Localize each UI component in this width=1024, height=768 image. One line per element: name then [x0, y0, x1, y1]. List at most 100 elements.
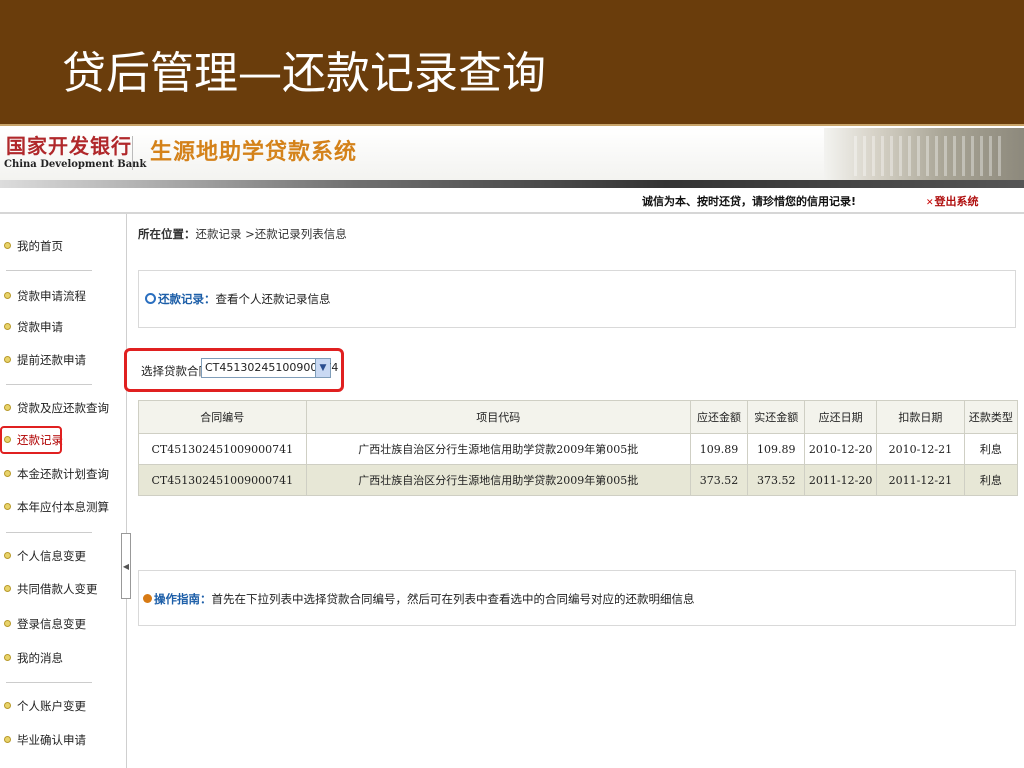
sidebar-item-loan-process[interactable]: 贷款申请流程 — [4, 284, 86, 308]
cell-amount-paid: 373.52 — [747, 464, 806, 496]
cell-amount-due: 109.89 — [689, 433, 749, 465]
header-amount-due: 应还金额 — [689, 400, 749, 434]
sidebar-item-interest-calc[interactable]: 本年应付本息测算 — [4, 495, 109, 519]
sidebar-item-graduation[interactable]: 毕业确认申请 — [4, 728, 86, 752]
close-icon: ✕ — [926, 198, 934, 208]
sidebar-item-account-change[interactable]: 个人账户变更 — [4, 694, 86, 718]
sidebar-item-label: 个人账户变更 — [17, 699, 86, 713]
cell-project-code: 广西壮族自治区分行生源地信用助学贷款2009年第005批 — [305, 464, 691, 496]
sidebar-item-loan-query[interactable]: 贷款及应还款查询 — [4, 396, 109, 420]
chevron-left-icon[interactable]: ◀ — [121, 533, 131, 599]
sidebar-item-label: 毕业确认申请 — [17, 733, 86, 747]
info-circle-icon — [145, 293, 156, 304]
bank-logo-en: China Development Bank — [4, 159, 147, 170]
cell-amount-paid: 109.89 — [747, 433, 806, 465]
notice-row: 诚信为本、按时还贷，请珍惜您的信用记录! ✕登出系统 — [0, 188, 1024, 214]
cell-contract-no: CT451302451009000741 — [138, 464, 307, 496]
active-item-highlight — [0, 426, 62, 454]
guide-desc: 首先在下拉列表中选择贷款合同编号，然后可在列表中查看选中的合同编号对应的还款明细… — [211, 592, 695, 606]
sidebar: 我的首页 贷款申请流程 贷款申请 提前还款申请 贷款及应还款查询 还款记录 本金… — [0, 214, 127, 768]
cell-repay-type: 利息 — [963, 433, 1019, 465]
cell-project-code: 广西壮族自治区分行生源地信用助学贷款2009年第005批 — [305, 433, 691, 465]
sidebar-item-label: 贷款及应还款查询 — [17, 401, 109, 415]
bullet-icon — [4, 552, 11, 559]
bullet-icon — [4, 470, 11, 477]
sidebar-separator — [6, 532, 92, 533]
sidebar-item-messages[interactable]: 我的消息 — [4, 646, 63, 670]
sidebar-separator — [6, 682, 92, 683]
repayment-records-table: 合同编号 项目代码 应还金额 实还金额 应还日期 扣款日期 还款类型 CT451… — [138, 400, 1019, 496]
app-header: 国家开发银行 China Development Bank 生源地助学贷款系统 — [0, 128, 1024, 180]
sidebar-item-label: 本年应付本息测算 — [17, 500, 109, 514]
sidebar-item-label: 我的消息 — [17, 651, 63, 665]
breadcrumb: 所在位置：还款记录 >还款记录列表信息 — [138, 226, 347, 242]
contract-select-label: 选择贷款合同 — [141, 364, 210, 378]
sidebar-item-label: 登录信息变更 — [17, 617, 86, 631]
sidebar-item-label: 贷款申请 — [17, 320, 63, 334]
sidebar-item-label: 个人信息变更 — [17, 549, 86, 563]
contract-select[interactable]: CT45130245100900074 ▼ — [201, 358, 338, 378]
breadcrumb-path: 还款记录 >还款记录列表信息 — [195, 227, 347, 241]
sidebar-item-loan-apply[interactable]: 贷款申请 — [4, 315, 63, 339]
bullet-icon — [4, 292, 11, 299]
sidebar-item-label: 我的首页 — [17, 239, 63, 253]
breadcrumb-label: 所在位置： — [138, 227, 196, 241]
contract-select-highlight: 选择贷款合同 CT45130245100900074 ▼ — [124, 348, 344, 392]
table-row: CT451302451009000741 广西壮族自治区分行生源地信用助学贷款2… — [138, 433, 1019, 465]
bullet-icon — [4, 654, 11, 661]
logout-label: 登出系统 — [934, 195, 979, 208]
bullet-icon — [4, 620, 11, 627]
cell-due-date: 2011-12-20 — [804, 464, 877, 496]
sidebar-item-label: 提前还款申请 — [17, 353, 86, 367]
sidebar-item-co-borrower[interactable]: 共同借款人变更 — [4, 577, 98, 601]
chevron-down-icon[interactable]: ▼ — [315, 359, 330, 377]
bank-logo-cn: 国家开发银行 — [6, 134, 132, 158]
record-panel-title: 还款记录： — [158, 292, 216, 306]
cell-contract-no: CT451302451009000741 — [138, 433, 307, 465]
system-name: 生源地助学贷款系统 — [150, 140, 358, 165]
sidebar-item-label: 共同借款人变更 — [17, 582, 98, 596]
sidebar-item-label: 本金还款计划查询 — [17, 467, 109, 481]
record-panel: 还款记录：查看个人还款记录信息 — [138, 270, 1016, 328]
bullet-icon — [4, 585, 11, 592]
sidebar-separator — [6, 270, 92, 271]
bullet-icon — [4, 702, 11, 709]
cell-amount-due: 373.52 — [689, 464, 749, 496]
sidebar-item-home[interactable]: 我的首页 — [4, 234, 63, 258]
cell-repay-type: 利息 — [963, 464, 1019, 496]
sidebar-item-login-info[interactable]: 登录信息变更 — [4, 612, 86, 636]
header-deduct-date: 扣款日期 — [875, 400, 965, 434]
nav-strip — [0, 180, 1024, 188]
bullet-icon — [4, 503, 11, 510]
sidebar-separator — [6, 384, 92, 385]
sidebar-item-early-repay[interactable]: 提前还款申请 — [4, 348, 86, 372]
guide-icon — [143, 594, 152, 603]
header-building-image — [824, 128, 1024, 180]
header-repay-type: 还款类型 — [963, 400, 1019, 434]
logout-link[interactable]: ✕登出系统 — [926, 193, 979, 209]
slide-title-bar: 贷后管理—还款记录查询 — [0, 0, 1024, 126]
header-divider — [132, 136, 133, 170]
table-header-row: 合同编号 项目代码 应还金额 实还金额 应还日期 扣款日期 还款类型 — [138, 400, 1019, 434]
cell-deduct-date: 2011-12-21 — [875, 464, 965, 496]
header-amount-paid: 实还金额 — [747, 400, 806, 434]
sidebar-item-label: 贷款申请流程 — [17, 289, 86, 303]
header-contract-no: 合同编号 — [138, 400, 307, 434]
record-panel-desc: 查看个人还款记录信息 — [215, 292, 331, 306]
bullet-icon — [4, 356, 11, 363]
cell-deduct-date: 2010-12-21 — [875, 433, 965, 465]
integrity-notice: 诚信为本、按时还贷，请珍惜您的信用记录! — [642, 195, 857, 208]
bullet-icon — [4, 323, 11, 330]
slide-title: 贷后管理—还款记录查询 — [62, 48, 546, 99]
guide-heading: 操作指南：首先在下拉列表中选择贷款合同编号，然后可在列表中查看选中的合同编号对应… — [143, 591, 695, 607]
table-row: CT451302451009000741 广西壮族自治区分行生源地信用助学贷款2… — [138, 464, 1019, 496]
bullet-icon — [4, 242, 11, 249]
header-due-date: 应还日期 — [804, 400, 877, 434]
sidebar-item-principal-plan[interactable]: 本金还款计划查询 — [4, 462, 109, 486]
cell-due-date: 2010-12-20 — [804, 433, 877, 465]
bullet-icon — [4, 404, 11, 411]
guide-panel: 操作指南：首先在下拉列表中选择贷款合同编号，然后可在列表中查看选中的合同编号对应… — [138, 570, 1016, 626]
sidebar-item-personal-info[interactable]: 个人信息变更 — [4, 544, 86, 568]
record-panel-heading: 还款记录：查看个人还款记录信息 — [145, 291, 331, 307]
bullet-icon — [4, 736, 11, 743]
